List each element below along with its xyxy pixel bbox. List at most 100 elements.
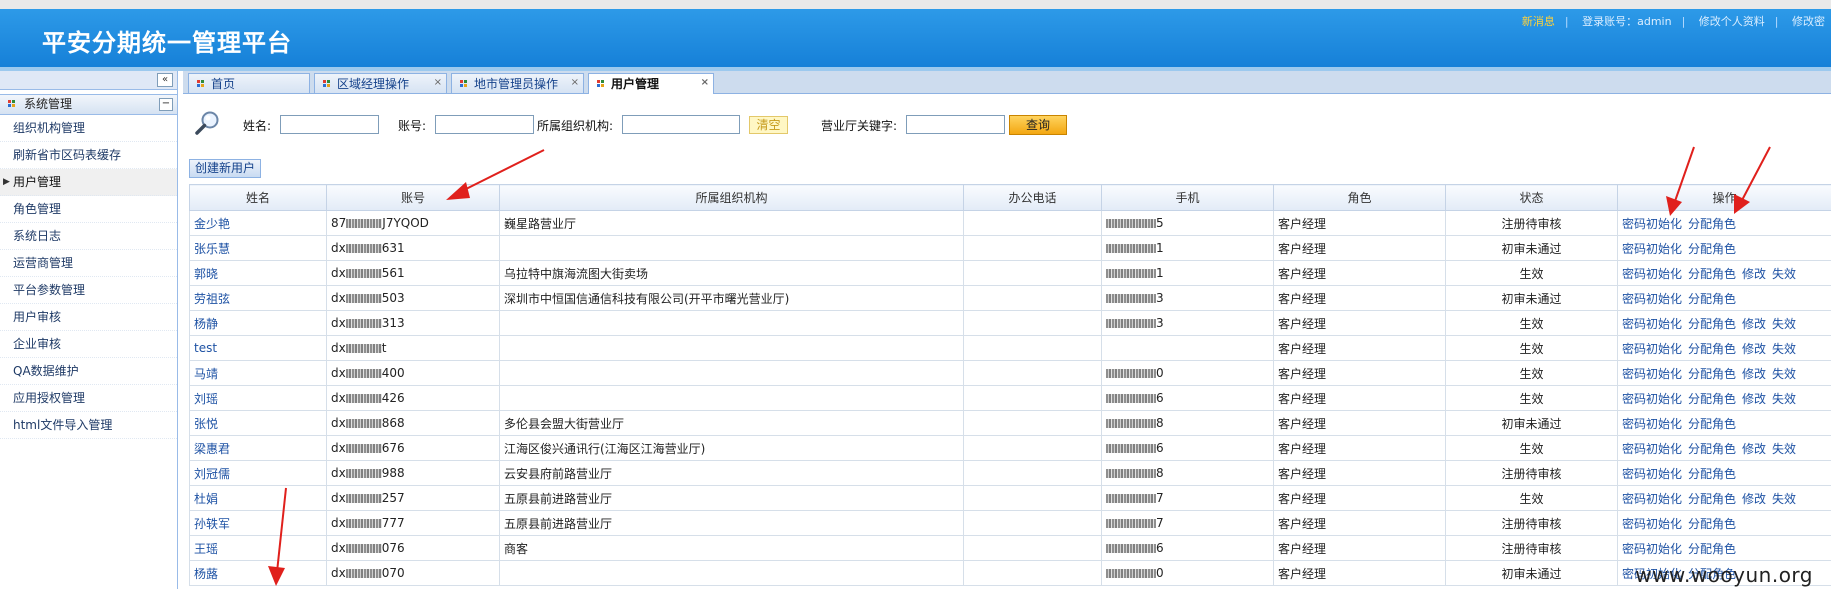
column-header-role[interactable]: 角色 (1273, 184, 1446, 211)
cell-name[interactable]: 金少艳 (189, 210, 327, 236)
action-link[interactable]: 分配角色 (1688, 392, 1736, 406)
column-header-office-phone[interactable]: 办公电话 (963, 184, 1102, 211)
action-link[interactable]: 密码初始化 (1622, 317, 1682, 331)
action-link[interactable]: 失效 (1772, 317, 1796, 331)
action-link[interactable]: 分配角色 (1688, 267, 1736, 281)
cell-name[interactable]: 杜娟 (189, 485, 327, 511)
hall-keyword-input[interactable] (906, 115, 1005, 134)
column-header-mobile[interactable]: 手机 (1101, 184, 1274, 211)
cell-name[interactable]: 杨静 (189, 310, 327, 336)
action-link[interactable]: 密码初始化 (1622, 442, 1682, 456)
action-link[interactable]: 密码初始化 (1622, 267, 1682, 281)
column-header-name[interactable]: 姓名 (189, 184, 327, 211)
cell-name[interactable]: 张悦 (189, 410, 327, 436)
action-link[interactable]: 修改 (1742, 392, 1766, 406)
collapse-group-icon[interactable]: − (159, 98, 173, 111)
sidebar-item[interactable]: html文件导入管理 (0, 412, 177, 439)
tab-region-manager[interactable]: 区域经理操作 × (314, 73, 447, 93)
action-link[interactable]: 分配角色 (1688, 367, 1736, 381)
action-link[interactable]: 失效 (1772, 492, 1796, 506)
action-link[interactable]: 密码初始化 (1622, 342, 1682, 356)
action-link[interactable]: 修改 (1742, 317, 1766, 331)
sidebar-item[interactable]: QA数据维护 (0, 358, 177, 385)
clear-button[interactable]: 清空 (749, 116, 788, 134)
org-input[interactable] (622, 115, 740, 134)
cell-name[interactable]: 刘瑶 (189, 385, 327, 411)
action-link[interactable]: 密码初始化 (1622, 417, 1682, 431)
close-icon[interactable]: × (571, 73, 579, 93)
action-link[interactable]: 密码初始化 (1622, 242, 1682, 256)
action-link[interactable]: 密码初始化 (1622, 367, 1682, 381)
action-link[interactable]: 失效 (1772, 267, 1796, 281)
redacted-mark (1106, 244, 1156, 253)
action-link[interactable]: 密码初始化 (1622, 542, 1682, 556)
cell-name[interactable]: 张乐慧 (189, 235, 327, 261)
sidebar-group-header[interactable]: 系统管理 − (0, 94, 177, 115)
action-link[interactable]: 修改 (1742, 267, 1766, 281)
redacted-mark (1106, 394, 1156, 403)
action-link[interactable]: 修改 (1742, 442, 1766, 456)
tab-home[interactable]: 首页 (188, 73, 310, 93)
sidebar-item[interactable]: 组织机构管理 (0, 115, 177, 142)
action-link[interactable]: 分配角色 (1688, 492, 1736, 506)
cell-name[interactable]: 马靖 (189, 360, 327, 386)
action-link[interactable]: 失效 (1772, 442, 1796, 456)
cell-name[interactable]: 梁惠君 (189, 435, 327, 461)
cell-status: 初审未通过 (1445, 560, 1618, 586)
sidebar-item[interactable]: 用户审核 (0, 304, 177, 331)
action-link[interactable]: 分配角色 (1688, 542, 1736, 556)
sidebar-item[interactable]: 应用授权管理 (0, 385, 177, 412)
action-link[interactable]: 分配角色 (1688, 442, 1736, 456)
action-link[interactable]: 密码初始化 (1622, 292, 1682, 306)
cell-name[interactable]: 郭晓 (189, 260, 327, 286)
create-user-button[interactable]: 创建新用户 (189, 159, 262, 178)
change-password-link[interactable]: 修改密 (1792, 15, 1825, 28)
cell-name[interactable]: 劳祖弦 (189, 285, 327, 311)
cell-name[interactable]: 孙轶军 (189, 510, 327, 536)
sidebar-item[interactable]: ▶ 用户管理 (0, 169, 177, 196)
sidebar-item[interactable]: 刷新省市区码表缓存 (0, 142, 177, 169)
action-link[interactable]: 失效 (1772, 392, 1796, 406)
close-icon[interactable]: × (701, 73, 709, 93)
edit-profile-link[interactable]: 修改个人资料 (1699, 15, 1765, 28)
collapse-sidebar-icon[interactable]: « (157, 73, 173, 87)
close-icon[interactable]: × (434, 73, 442, 93)
column-header-actions[interactable]: 操作 (1617, 184, 1831, 211)
action-link[interactable]: 分配角色 (1688, 467, 1736, 481)
action-link[interactable]: 失效 (1772, 367, 1796, 381)
sidebar-item[interactable]: 角色管理 (0, 196, 177, 223)
action-link[interactable]: 密码初始化 (1622, 492, 1682, 506)
query-button[interactable]: 查询 (1009, 115, 1067, 135)
action-link[interactable]: 分配角色 (1688, 417, 1736, 431)
account-input[interactable] (435, 115, 534, 134)
sidebar-item[interactable]: 平台参数管理 (0, 277, 177, 304)
action-link[interactable]: 分配角色 (1688, 317, 1736, 331)
redacted-mark (1106, 319, 1156, 328)
column-header-status[interactable]: 状态 (1445, 184, 1618, 211)
cell-name[interactable]: test (189, 335, 327, 361)
tab-city-admin[interactable]: 地市管理员操作 × (451, 73, 584, 93)
sidebar-item-label: html文件导入管理 (13, 418, 113, 432)
action-link[interactable]: 分配角色 (1688, 292, 1736, 306)
cell-name[interactable]: 刘冠儒 (189, 460, 327, 486)
cell-name[interactable]: 王瑶 (189, 535, 327, 561)
action-link[interactable]: 密码初始化 (1622, 392, 1682, 406)
action-link[interactable]: 修改 (1742, 492, 1766, 506)
action-link[interactable]: 分配角色 (1688, 242, 1736, 256)
name-input[interactable] (280, 115, 379, 134)
sidebar-item[interactable]: 运营商管理 (0, 250, 177, 277)
action-link[interactable]: 分配角色 (1688, 342, 1736, 356)
column-header-org[interactable]: 所属组织机构 (499, 184, 964, 211)
header-links: 新消息 | 登录账号：admin | 修改个人资料 | 修改密 (1521, 15, 1825, 28)
action-link[interactable]: 分配角色 (1688, 517, 1736, 531)
tab-user-management[interactable]: 用户管理 × (588, 73, 714, 94)
action-link[interactable]: 修改 (1742, 367, 1766, 381)
action-link[interactable]: 密码初始化 (1622, 517, 1682, 531)
sidebar-item[interactable]: 系统日志 (0, 223, 177, 250)
action-link[interactable]: 失效 (1772, 342, 1796, 356)
action-link[interactable]: 修改 (1742, 342, 1766, 356)
new-message-link[interactable]: 新消息 (1522, 15, 1555, 28)
action-link[interactable]: 密码初始化 (1622, 467, 1682, 481)
cell-name[interactable]: 杨蕗 (189, 560, 327, 586)
sidebar-item[interactable]: 企业审核 (0, 331, 177, 358)
